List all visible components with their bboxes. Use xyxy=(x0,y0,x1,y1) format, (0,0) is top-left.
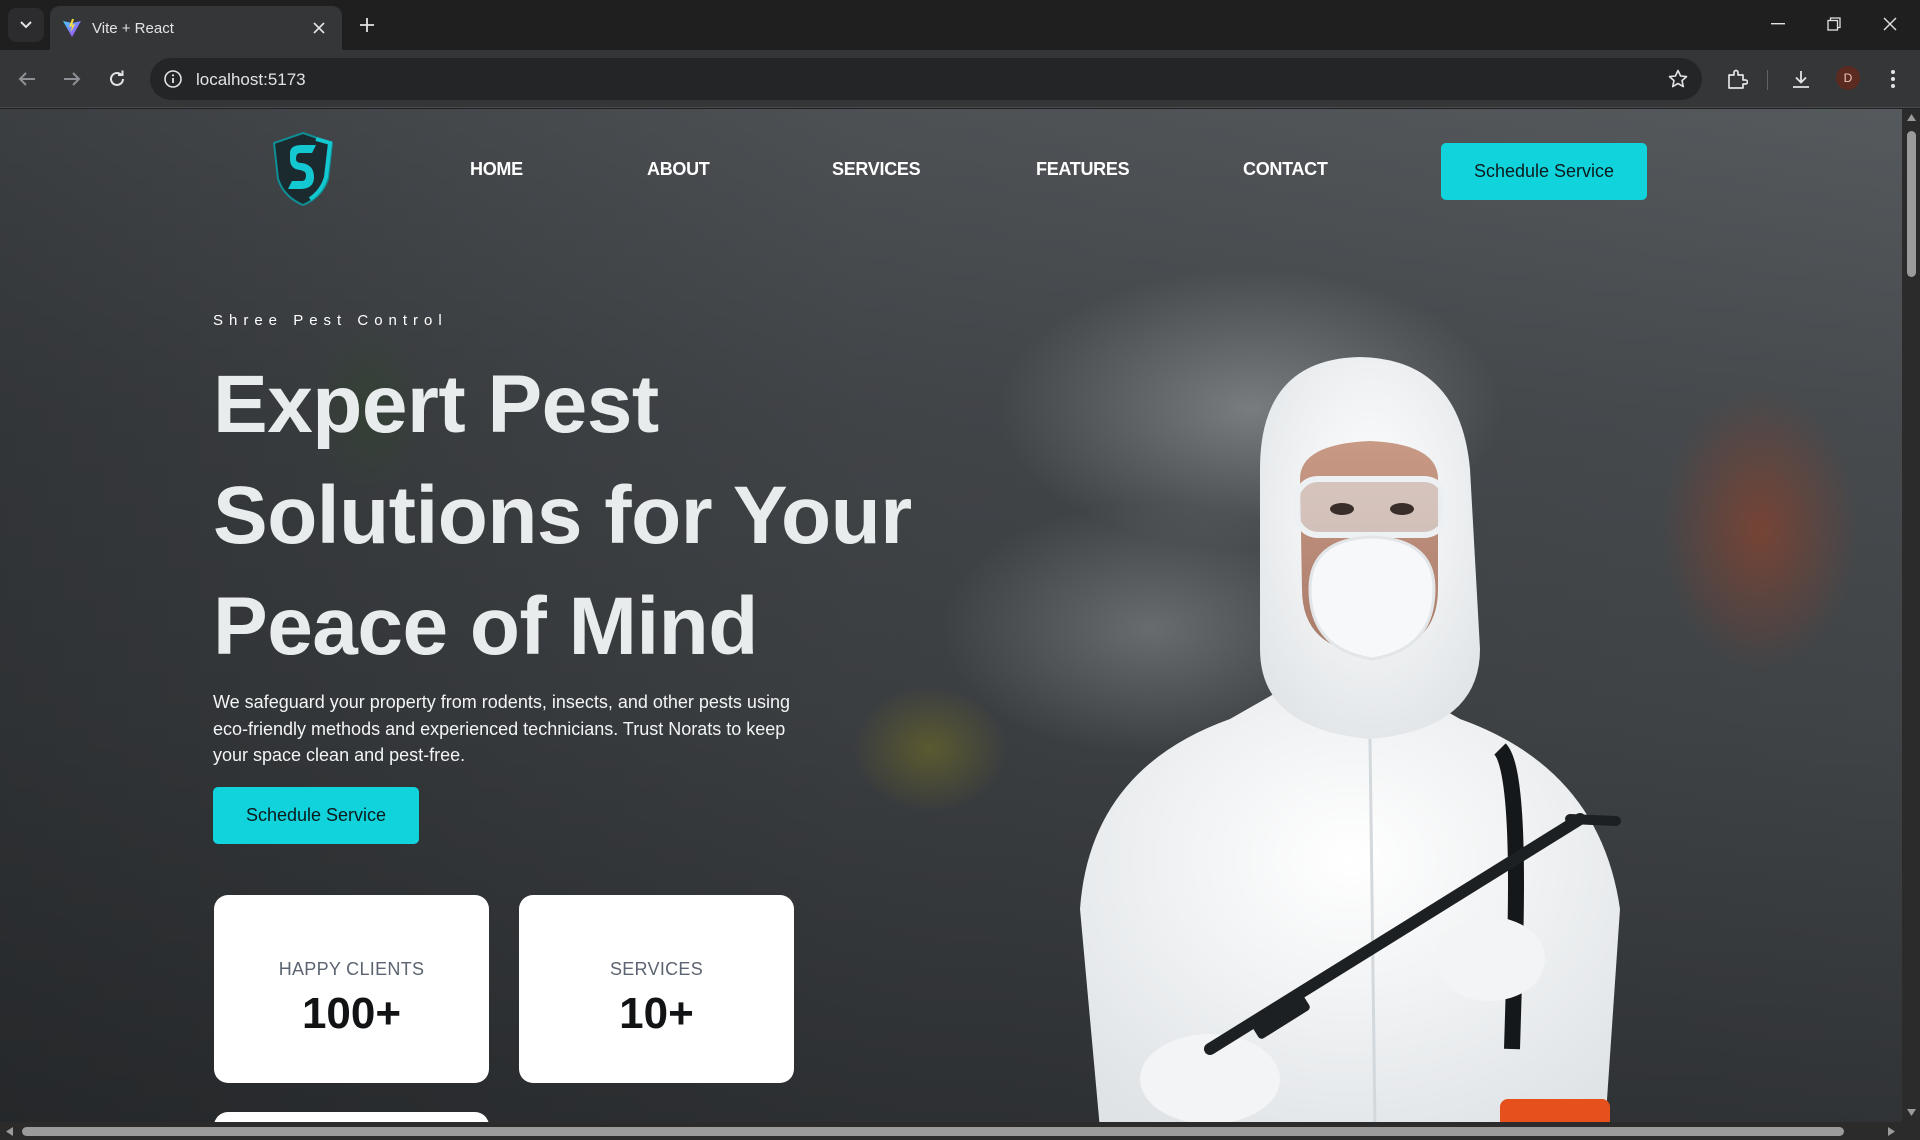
scroll-right-arrow-icon[interactable] xyxy=(1888,1127,1895,1136)
chevron-down-icon xyxy=(20,21,32,29)
scroll-down-arrow-icon[interactable] xyxy=(1907,1109,1916,1116)
puzzle-icon xyxy=(1728,69,1748,89)
tab-close-icon[interactable] xyxy=(308,17,330,39)
scroll-left-arrow-icon[interactable] xyxy=(6,1127,13,1136)
stat-card-services: SERVICES 10+ xyxy=(519,895,794,1083)
hero-headline-line: Expert Pest xyxy=(213,359,659,450)
scroll-up-arrow-icon[interactable] xyxy=(1907,114,1916,121)
stat-label: SERVICES xyxy=(609,959,704,979)
arrow-left-icon xyxy=(18,72,35,86)
url-text[interactable]: localhost:5173 xyxy=(196,70,306,90)
download-icon xyxy=(1793,71,1809,88)
horizontal-scroll-thumb[interactable] xyxy=(22,1127,1844,1136)
minimize-icon xyxy=(1771,23,1785,25)
new-tab-button[interactable] xyxy=(352,10,382,40)
nav-link-contact[interactable]: CONTACT xyxy=(1243,159,1328,180)
browser-toolbar: localhost:5173 xyxy=(0,50,1920,108)
page-viewport: HOME ABOUT SERVICES FEATURES CONTACT Sch… xyxy=(0,109,1902,1122)
minimize-button[interactable] xyxy=(1750,0,1806,48)
address-bar[interactable]: localhost:5173 xyxy=(150,58,1702,100)
hero-eyebrow: Shree Pest Control xyxy=(213,312,448,329)
chrome-menu-button[interactable] xyxy=(1876,62,1910,96)
stat-card-partial xyxy=(214,1112,489,1122)
hero-schedule-service-button[interactable]: Schedule Service xyxy=(213,787,419,844)
reload-icon xyxy=(110,70,124,86)
tab-search-button[interactable] xyxy=(8,8,44,42)
shree-pest-control-logo[interactable] xyxy=(268,129,338,209)
browser-tab[interactable]: Vite + React xyxy=(50,6,342,50)
stat-card-happy-clients: HAPPY CLIENTS 100+ xyxy=(214,895,489,1083)
nav-link-home[interactable]: HOME xyxy=(470,159,523,180)
nav-schedule-service-button[interactable]: Schedule Service xyxy=(1441,143,1647,200)
toolbar-separator xyxy=(1767,70,1768,90)
hero-headline-line: Solutions for Your xyxy=(213,470,912,561)
reload-button[interactable] xyxy=(100,62,134,96)
horizontal-scrollbar[interactable] xyxy=(0,1122,1920,1140)
profile-avatar[interactable]: D xyxy=(1836,66,1860,90)
browser-tab-strip: Vite + React xyxy=(0,0,1920,50)
nav-link-services[interactable]: SERVICES xyxy=(832,159,921,180)
vite-logo-icon xyxy=(63,19,81,37)
arrow-right-icon xyxy=(64,72,81,86)
tab-title: Vite + React xyxy=(92,19,174,37)
pest-control-worker-image xyxy=(1080,357,1621,1122)
site-info-icon[interactable] xyxy=(160,66,186,92)
forward-button[interactable] xyxy=(55,62,89,96)
restore-icon xyxy=(1827,17,1841,31)
plus-icon xyxy=(360,18,374,32)
stat-value: 100+ xyxy=(301,989,402,1038)
back-button[interactable] xyxy=(10,62,44,96)
nav-link-about[interactable]: ABOUT xyxy=(647,159,710,180)
vertical-scroll-thumb[interactable] xyxy=(1907,131,1916,277)
close-window-button[interactable] xyxy=(1862,0,1918,48)
hero-headline: Expert Pest Solutions for Your Peace of … xyxy=(213,349,1013,682)
stat-label: HAPPY CLIENTS xyxy=(278,959,425,979)
downloads-button[interactable] xyxy=(1784,62,1818,96)
close-icon xyxy=(1883,17,1897,31)
hero-description: We safeguard your property from rodents,… xyxy=(213,692,790,765)
vertical-scrollbar[interactable] xyxy=(1902,109,1920,1122)
extensions-button[interactable] xyxy=(1720,62,1754,96)
hero-headline-line: Peace of Mind xyxy=(213,581,758,672)
kebab-menu-icon xyxy=(1891,70,1895,88)
bookmark-star-icon[interactable] xyxy=(1666,67,1690,91)
restore-button[interactable] xyxy=(1806,0,1862,48)
nav-link-features[interactable]: FEATURES xyxy=(1036,159,1130,180)
stat-value: 10+ xyxy=(619,989,694,1038)
